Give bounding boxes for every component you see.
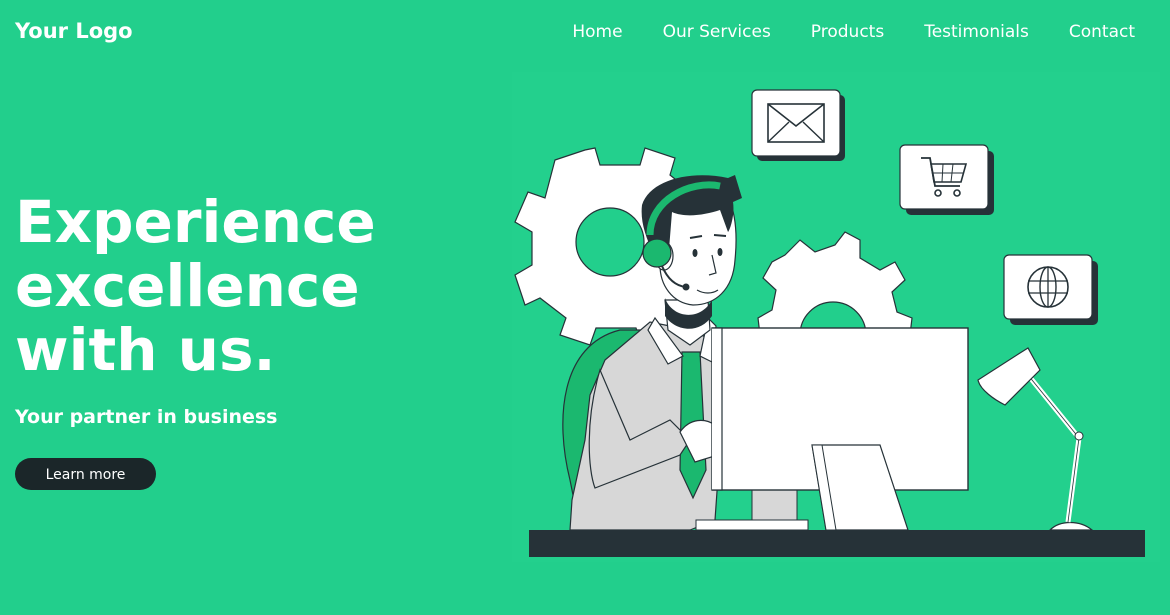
nav-testimonials[interactable]: Testimonials [924,22,1029,42]
globe-icon [1003,254,1098,325]
hero-title-line-3: with us. [15,316,276,384]
learn-more-button[interactable]: Learn more [15,458,156,490]
hero-title-line-2: excellence [15,252,360,320]
nav-home[interactable]: Home [572,22,622,42]
hero-title: Experience excellence with us. [15,190,435,382]
nav-our-services[interactable]: Our Services [663,22,771,42]
main-nav: Home Our Services Products Testimonials … [532,22,1135,42]
logo[interactable]: Your Logo [15,19,133,43]
envelope-icon [751,89,845,161]
shopping-cart-icon [899,144,994,215]
hero-title-line-1: Experience [15,188,376,256]
hero-illustration [512,72,1160,562]
nav-products[interactable]: Products [811,22,884,42]
keyboard [695,519,809,531]
hero-subtitle: Your partner in business [15,406,278,428]
nav-contact[interactable]: Contact [1069,22,1135,42]
site-header: Your Logo Home Our Services Products Tes… [0,0,1170,66]
desk [529,530,1145,557]
